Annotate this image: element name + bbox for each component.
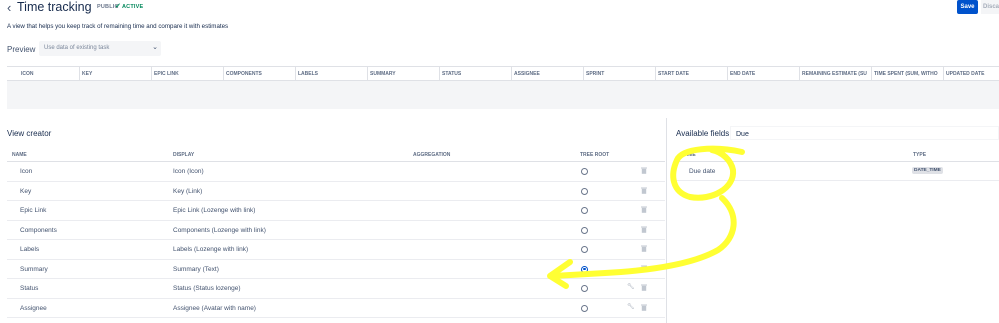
view-creator-row[interactable]: Status Status (Status lozenge) 🔧︎ [7,279,665,299]
view-creator-row[interactable]: Summary Summary (Text) [7,260,665,279]
view-creator-row[interactable]: Components Components (Lozenge with link) [7,221,665,240]
preview-select-placeholder: Use data of existing task [44,45,110,51]
field-name: Status [20,285,39,292]
preview-column-header: ASSIGNEE [511,67,583,81]
field-display: Status (Status lozenge) [173,285,241,292]
column-header-tree-root: TREE ROOT [580,152,610,158]
field-display: Assignee (Avatar with name) [173,304,256,312]
preview-column-header: TIME SPENT (SUM, WITHO [871,67,943,81]
field-name: Summary [20,265,48,273]
preview-column-header: END DATE [727,67,799,81]
column-header-name: NAME [12,152,27,158]
field-name: Key [20,187,32,195]
field-name: Epic Link [20,207,47,214]
field-display: Icon (Icon) [173,168,204,175]
preview-column-header: LABELS [295,67,367,81]
tree-root-radio[interactable] [581,265,588,273]
chevron-down-icon: ⌄ [152,44,158,51]
preview-column-header: KEY [79,67,151,81]
preview-table: ICON KEY EPIC LINK COMPONENTS LABELS SUMMARY S… [7,66,999,109]
trash-icon[interactable] [641,304,647,311]
available-field-row[interactable]: Due date DATE_TIME [676,162,999,181]
discard-button[interactable]: Disca [981,0,999,14]
available-field-name: Due date [689,168,716,175]
available-fields-header: NAME TYPE [676,148,999,162]
preview-column-header: REMAINING ESTIMATE (SU [799,67,871,81]
available-fields-search-input[interactable] [730,126,999,140]
field-type-badge: DATE_TIME [912,167,943,174]
preview-column-header: STATUS [439,67,511,81]
view-creator-header: NAME DISPLAY AGGREGATION TREE ROOT [7,148,665,162]
trash-icon[interactable] [641,265,647,272]
preview-label: Preview [7,45,36,54]
wrench-icon[interactable]: 🔧︎ [627,283,635,290]
view-creator-row[interactable]: Icon Icon (Icon) [7,162,665,182]
tree-root-radio[interactable] [581,246,588,253]
wrench-icon[interactable]: 🔧︎ [627,303,635,310]
trash-icon[interactable] [641,284,647,291]
preview-task-select[interactable]: Use data of existing task ⌄ [39,41,161,56]
available-fields-title: Available fields [676,129,730,138]
preview-column-header: ICON [21,71,34,77]
field-display: Components (Lozenge with link) [173,226,266,234]
preview-column-header: UPDATED DATE [943,67,999,81]
field-display: Epic Link (Lozenge with link) [173,207,256,214]
preview-column-header: START DATE [655,67,727,81]
column-header-aggregation: AGGREGATION [413,152,451,158]
preview-column-header: EPIC LINK [151,67,223,81]
check-icon: ✔ [115,3,121,10]
column-header-display: DISPLAY [173,152,195,158]
tree-root-radio[interactable] [581,207,588,214]
column-header-name: NAME [681,152,696,158]
available-fields-table: NAME TYPE Due date DATE_TIME [676,148,999,181]
trash-icon[interactable] [641,206,647,213]
field-name: Icon [20,168,33,175]
field-display: Labels (Lozenge with link) [173,246,249,253]
view-creator-table: NAME DISPLAY AGGREGATION TREE ROOT Icon I… [7,148,665,318]
field-name: Assignee [20,304,47,312]
tree-root-radio[interactable] [581,285,588,292]
save-button[interactable]: Save [957,0,978,14]
preview-column-header: SPRINT [583,67,655,81]
column-header-type: TYPE [913,152,927,158]
trash-icon[interactable] [641,245,647,252]
tree-root-radio[interactable] [581,187,588,195]
page-header: ‹ Time tracking PUBLIC ✔ ACTIVE Save Dis… [0,0,999,20]
trash-icon[interactable] [641,167,647,174]
tree-root-radio[interactable] [581,168,588,175]
page-description: A view that helps you keep track of rema… [7,23,229,30]
field-name: Components [20,226,57,234]
tree-root-radio[interactable] [581,304,588,312]
back-chevron-icon[interactable]: ‹ [7,1,11,14]
view-creator-title: View creator [7,129,52,138]
active-badge: ACTIVE [122,4,144,10]
field-display: Summary (Text) [173,265,219,273]
preview-header-row: ICON KEY EPIC LINK COMPONENTS LABELS SUMMARY S… [7,67,999,81]
panel-divider [666,118,667,323]
trash-icon[interactable] [641,187,647,194]
view-creator-row[interactable]: Labels Labels (Lozenge with link) [7,240,665,260]
preview-column-header: SUMMARY [367,67,439,81]
page-title: Time tracking [17,0,92,14]
view-creator-row[interactable]: Epic Link Epic Link (Lozenge with link) [7,201,665,221]
view-creator-row[interactable]: Assignee Assignee (Avatar with name) 🔧︎ [7,299,665,318]
tree-root-radio[interactable] [581,226,588,234]
field-display: Key (Link) [173,187,203,195]
view-creator-row[interactable]: Key Key (Link) [7,182,665,201]
field-name: Labels [20,246,40,253]
trash-icon[interactable] [641,226,647,233]
preview-column-header: COMPONENTS [223,67,295,81]
